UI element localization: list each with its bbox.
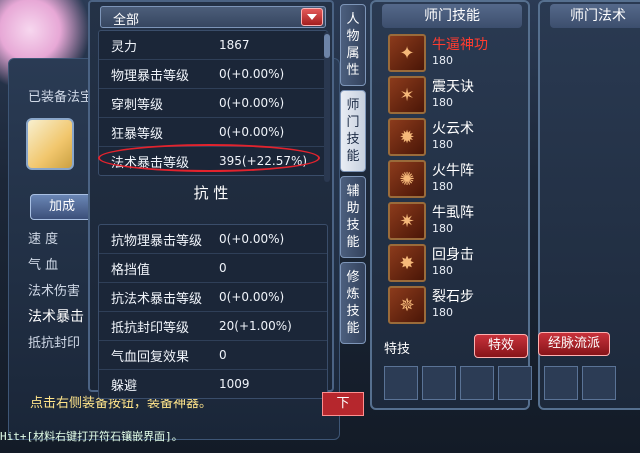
tab-character-attributes[interactable]: 人物属性 [340,4,366,86]
magic-crit-highlight-ellipse [98,144,320,172]
vertical-tab-bar: 人物属性 师门技能 辅助技能 修炼技能 [340,4,368,348]
tab-cultivation-skills[interactable]: 修炼技能 [340,262,366,344]
skill-slot[interactable] [582,366,616,400]
school-skills-panel: 师门技能 ✦ 牛逼神功 180 ✶ 震天诀 180 ✹ 火云术 180 ✺ 火牛… [370,0,532,410]
stat-seal-resist-label: 抵抗封印 [28,336,81,351]
attr-name: 穿刺等级 [111,97,164,113]
attr-name: 物理暴击等级 [111,68,190,84]
attr-name: 狂暴等级 [111,126,164,142]
skill-name: 裂石步 [432,289,474,305]
quake-icon: ✶ [388,76,426,114]
skill-slot[interactable] [498,366,532,400]
chat-line: Hit+[材料右键打开符石镶嵌界面]。 [0,430,183,443]
skill-level: 180 [432,306,453,319]
bull-formation-icon: ✷ [388,202,426,240]
attr-value: 20(+1.00%) [219,319,292,333]
attr-row: 抗法术暴击等级 0(+0.00%) [99,283,327,312]
attr-value: 0 [219,348,227,362]
stat-magic-crit-label: 法术暴击 [28,309,84,325]
attr-row: 穿刺等级 0(+0.00%) [99,89,327,118]
skill-name: 牛虱阵 [432,205,474,221]
scrollbar[interactable] [324,32,330,182]
stat-hp-label: 气 血 [28,258,59,273]
skill-level: 180 [432,138,453,151]
dropdown-value: 全部 [113,13,140,28]
skill-level: 180 [432,180,453,193]
attr-name: 气血回复效果 [111,349,190,365]
attr-value: 1867 [219,38,250,52]
attr-name: 抵抗封印等级 [111,320,190,336]
special-skill-slots [384,366,532,400]
tab-assist-skills[interactable]: 辅助技能 [340,176,366,258]
attr-row: 格挡值 0 [99,254,327,283]
skill-level: 180 [432,222,453,235]
attr-value: 0(+0.00%) [219,96,285,110]
treasure-item-icon[interactable] [26,118,74,170]
skill-slot[interactable] [384,366,418,400]
attr-row: 物理暴击等级 0(+0.00%) [99,60,327,89]
stat-speed-label: 速 度 [28,232,59,247]
next-button[interactable]: 下 [322,392,364,416]
panel-title: 师门技能 [382,4,522,28]
stone-step-icon: ✵ [388,286,426,324]
resistance-section-title: 抗 性 [193,184,229,202]
skill-level: 180 [432,54,453,67]
skill-slot[interactable] [460,366,494,400]
skill-name: 火牛阵 [432,163,474,179]
spin-strike-icon: ✸ [388,244,426,282]
skill-name: 震天诀 [432,79,474,95]
effect-button[interactable]: 特效 [474,334,528,358]
attr-row: 抗物理暴击等级 0(+0.00%) [99,225,327,254]
attr-name: 格挡值 [111,262,151,278]
attribute-filter-dropdown[interactable]: 全部 [100,6,326,28]
stat-magic-damage-label: 法术伤害 [28,284,81,299]
skill-name: 回身击 [432,247,474,263]
attr-row: 气血回复效果 0 [99,341,327,370]
attr-name: 躲避 [111,378,138,394]
attr-row: 抵抗封印等级 20(+1.00%) [99,312,327,341]
attr-row: 狂暴等级 0(+0.00%) [99,118,327,147]
attr-value: 0(+0.00%) [219,67,285,81]
special-skill-slots-2 [544,366,616,400]
bull-icon: ✦ [388,34,426,72]
scrollbar-thumb[interactable] [324,34,330,58]
attr-value: 0(+0.00%) [219,125,285,139]
skill-slot[interactable] [422,366,456,400]
skill-level: 180 [432,96,453,109]
skill-name: 牛逼神功 [432,37,488,53]
tab-school-skills[interactable]: 师门技能 [340,90,366,172]
enhance-button[interactable]: 加成 [30,194,94,220]
chevron-down-icon[interactable] [301,8,323,26]
attr-value: 0(+0.00%) [219,290,285,304]
attr-row: 躲避 1009 [99,370,327,398]
attr-name: 灵力 [111,39,138,55]
special-skill-label: 特技 [384,342,411,357]
attr-value: 0(+0.00%) [219,232,285,246]
skill-name: 火云术 [432,121,474,137]
attr-row: 灵力 1867 [99,31,327,60]
skill-level: 180 [432,264,453,277]
equipped-label: 已装备法宝 [28,90,94,105]
attr-value: 0 [219,261,227,275]
resistance-attribute-list: 抗物理暴击等级 0(+0.00%) 格挡值 0 抗法术暴击等级 0(+0.00%) 抵… [98,224,328,399]
panel-title: 师门法术 [550,4,640,28]
skill-slot[interactable] [544,366,578,400]
attr-value: 1009 [219,377,250,391]
meridian-school-button[interactable]: 经脉流派 [538,332,610,356]
attr-name: 抗物理暴击等级 [111,233,203,249]
attribute-panel: 全部 灵力 1867 物理暴击等级 0(+0.00%) 穿刺等级 0(+0.00%) … [88,0,334,399]
flame-cloud-icon: ✹ [388,118,426,156]
attr-name: 抗法术暴击等级 [111,291,203,307]
fire-bull-icon: ✺ [388,160,426,198]
